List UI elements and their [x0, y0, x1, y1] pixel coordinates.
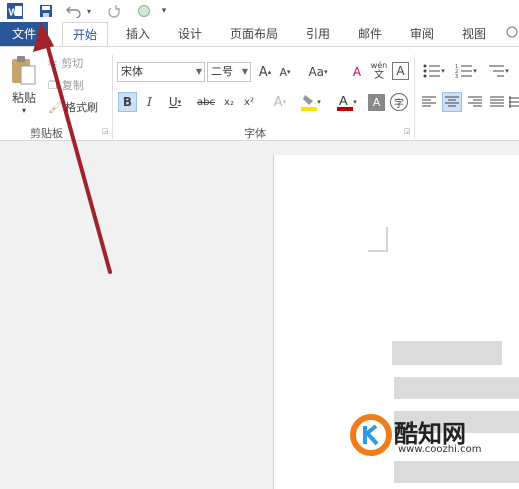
strikethrough-label: abc: [197, 96, 215, 108]
tab-design[interactable]: 设计: [172, 22, 208, 47]
chevron-down-icon[interactable]: ▼: [242, 63, 248, 81]
justify-icon[interactable]: [488, 93, 506, 111]
tab-mailings[interactable]: 邮件: [352, 22, 388, 47]
tab-file[interactable]: 文件: [0, 22, 48, 47]
blurred-text-line: [394, 461, 519, 483]
touch-mode-icon[interactable]: [134, 2, 154, 20]
clipboard-group-label: 剪贴板: [30, 127, 63, 140]
align-center-icon[interactable]: [442, 92, 462, 112]
group-separator: [112, 55, 113, 139]
undo-icon[interactable]: [64, 2, 84, 20]
customize-toolbar-icon[interactable]: ▾: [158, 2, 170, 20]
paste-button[interactable]: 粘贴: [4, 89, 44, 105]
tab-insert[interactable]: 插入: [120, 22, 156, 47]
save-icon[interactable]: [36, 2, 56, 20]
shrink-font-label: A: [279, 65, 287, 79]
bold-label: B: [122, 95, 133, 109]
tab-view[interactable]: 视图: [456, 22, 492, 47]
redo-icon[interactable]: [104, 2, 124, 20]
svg-text:W: W: [9, 8, 19, 19]
change-case-button[interactable]: Aa ▾: [303, 63, 333, 81]
cut-label: 剪切: [61, 57, 84, 70]
multilevel-list-icon[interactable]: ▾: [484, 62, 512, 80]
svg-text:A: A: [339, 93, 348, 108]
underline-label: U: [168, 95, 178, 109]
copy-button[interactable]: ❐ 复制: [48, 76, 108, 94]
coozhi-logo-icon: [350, 414, 392, 456]
tab-page-layout[interactable]: 页面布局: [224, 22, 284, 47]
ribbon-tabs: 文件 开始 插入 设计 页面布局 引用 邮件 审阅 视图: [0, 22, 519, 48]
grow-font-label: A: [258, 64, 268, 80]
enclose-characters-icon[interactable]: 字: [390, 93, 408, 111]
font-size-value: 二号: [211, 65, 233, 78]
italic-label: I: [147, 95, 152, 109]
phonetic-bottom-label: 文: [374, 70, 384, 81]
text-effects-icon[interactable]: A ▾: [268, 92, 292, 112]
grow-font-button[interactable]: A ▴: [256, 63, 274, 81]
blurred-text-line: [392, 341, 502, 365]
svg-text:3: 3: [455, 74, 458, 78]
superscript-button[interactable]: x²: [240, 92, 258, 112]
clear-formatting-button[interactable]: A: [348, 63, 366, 81]
align-right-icon[interactable]: [466, 93, 484, 111]
site-watermark: 酷知网 www.coozhi.com: [350, 410, 519, 460]
font-name-combo[interactable]: 宋体 ▼: [117, 62, 205, 82]
change-case-label: Aa: [308, 65, 325, 79]
title-bar: W ▾ ▾: [0, 0, 519, 22]
subscript-label: x₂: [224, 96, 234, 108]
font-group-label: 字体: [244, 127, 266, 140]
cut-button[interactable]: ✂ 剪切: [48, 54, 108, 72]
blurred-text-line: [394, 377, 519, 399]
character-shading-icon[interactable]: A: [368, 94, 385, 111]
copy-icon: ❐: [48, 78, 58, 92]
character-border-label: A: [396, 64, 405, 78]
paste-dropdown-icon[interactable]: ▾: [18, 105, 30, 115]
phonetic-guide-button[interactable]: wén 文: [368, 59, 390, 83]
undo-dropdown-icon[interactable]: ▾: [84, 2, 94, 20]
bold-button[interactable]: B: [118, 92, 137, 112]
subscript-button[interactable]: x₂: [220, 92, 238, 112]
tab-overflow-icon[interactable]: [504, 22, 519, 47]
tab-references[interactable]: 引用: [300, 22, 336, 47]
distributed-icon[interactable]: [508, 93, 519, 111]
group-separator: [414, 55, 415, 139]
format-painter-button[interactable]: 🖌 格式刷: [48, 98, 108, 116]
character-border-button[interactable]: A: [392, 62, 409, 80]
format-painter-label: 格式刷: [64, 101, 98, 114]
ribbon-home: 粘贴 ▾ ✂ 剪切 ❐ 复制 🖌 格式刷 剪贴板 ◲ 宋体 ▼ 二号 ▼ A ▴ A ▾…: [0, 46, 519, 141]
numbering-icon[interactable]: 1 2 3 ▾: [452, 62, 480, 80]
shrink-font-button[interactable]: A ▾: [276, 63, 294, 81]
underline-button[interactable]: U ▾: [162, 92, 188, 112]
font-launcher-icon[interactable]: ◲: [403, 127, 411, 135]
word-app-icon[interactable]: W: [5, 2, 25, 20]
clipboard-launcher-icon[interactable]: ◲: [101, 127, 109, 135]
font-size-combo[interactable]: 二号 ▼: [207, 62, 251, 82]
superscript-label: x²: [244, 96, 254, 108]
format-painter-icon: 🖌: [48, 100, 62, 114]
tab-review[interactable]: 审阅: [404, 22, 440, 47]
clear-formatting-label: A: [352, 65, 362, 79]
strikethrough-button[interactable]: abc: [194, 92, 218, 112]
align-left-icon[interactable]: [420, 93, 438, 111]
chevron-down-icon[interactable]: ▼: [196, 63, 202, 81]
margin-corner-mark: [368, 227, 388, 252]
italic-button[interactable]: I: [141, 92, 158, 112]
bullets-icon[interactable]: ▾: [420, 62, 448, 80]
copy-label: 复制: [61, 79, 84, 92]
scissors-icon: ✂: [48, 56, 58, 70]
font-color-icon[interactable]: A ▾: [334, 92, 360, 112]
font-name-value: 宋体: [121, 65, 143, 78]
tab-home[interactable]: 开始: [62, 22, 108, 48]
watermark-url: www.coozhi.com: [398, 444, 482, 455]
paste-icon[interactable]: [6, 53, 40, 87]
highlight-color-icon[interactable]: ▾: [298, 92, 324, 112]
